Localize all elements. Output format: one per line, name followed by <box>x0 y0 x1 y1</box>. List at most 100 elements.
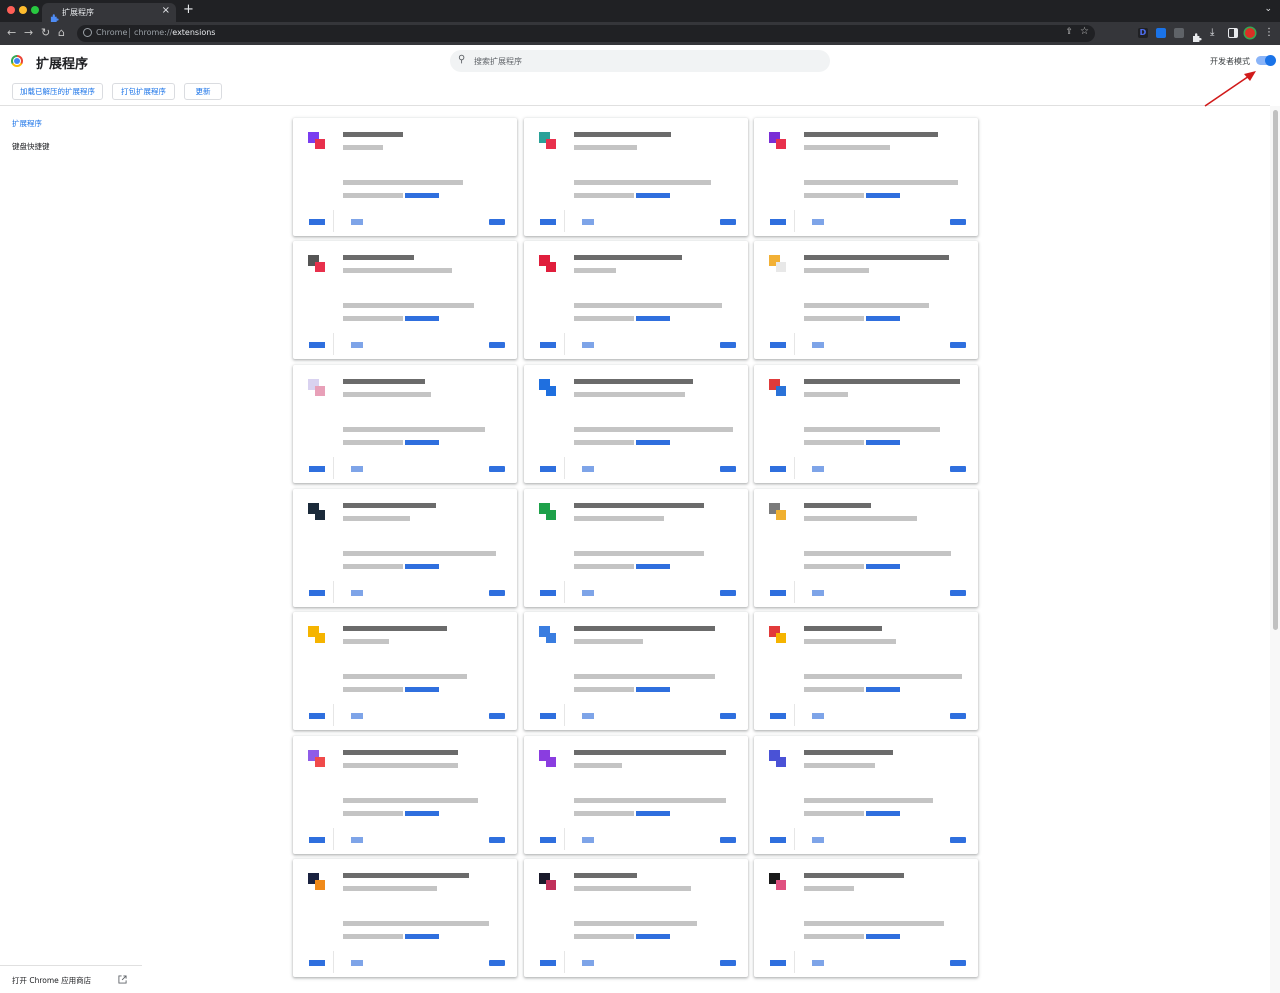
remove-button[interactable] <box>582 837 594 843</box>
remove-button[interactable] <box>582 219 594 225</box>
extension-enable-toggle[interactable] <box>720 713 736 719</box>
details-button[interactable] <box>540 342 556 348</box>
remove-button[interactable] <box>351 466 363 472</box>
details-button[interactable] <box>770 590 786 596</box>
chrome-store-link[interactable]: 打开 Chrome 应用商店 <box>12 975 91 986</box>
pack-extension-button[interactable]: 打包扩展程序 <box>112 83 175 100</box>
remove-button[interactable] <box>812 590 824 596</box>
search-input[interactable] <box>474 53 814 69</box>
remove-button[interactable] <box>812 219 824 225</box>
details-link[interactable] <box>405 687 439 692</box>
back-arrow-icon[interactable]: ← <box>7 26 16 39</box>
tab-search-button[interactable]: ⌄ <box>1264 4 1272 14</box>
close-window-button[interactable] <box>7 6 15 14</box>
remove-button[interactable] <box>812 837 824 843</box>
extension-enable-toggle[interactable] <box>720 590 736 596</box>
sidebar-item-shortcuts[interactable]: 键盘快捷键 <box>12 141 50 152</box>
remove-button[interactable] <box>582 590 594 596</box>
remove-button[interactable] <box>351 219 363 225</box>
details-link[interactable] <box>636 687 670 692</box>
address-bar[interactable]: Chrome chrome://extensions ⇪ ☆ <box>77 25 1095 42</box>
details-link[interactable] <box>866 440 900 445</box>
new-tab-button[interactable]: + <box>183 2 194 17</box>
extension-enable-toggle[interactable] <box>720 219 736 225</box>
details-link[interactable] <box>636 934 670 939</box>
open-in-new-icon[interactable] <box>118 975 127 984</box>
remove-button[interactable] <box>582 713 594 719</box>
details-button[interactable] <box>540 590 556 596</box>
extension-enable-toggle[interactable] <box>950 590 966 596</box>
details-link[interactable] <box>866 934 900 939</box>
extension-enable-toggle[interactable] <box>720 342 736 348</box>
load-unpacked-button[interactable]: 加载已解压的扩展程序 <box>12 83 103 100</box>
remove-button[interactable] <box>582 466 594 472</box>
download-icon[interactable]: ⤓ <box>1210 28 1220 38</box>
extension-d-icon[interactable]: D <box>1138 28 1148 38</box>
details-link[interactable] <box>866 687 900 692</box>
extension-enable-toggle[interactable] <box>950 960 966 966</box>
extension-enable-toggle[interactable] <box>489 466 505 472</box>
details-link[interactable] <box>405 934 439 939</box>
developer-mode-toggle[interactable] <box>1256 55 1276 66</box>
details-button[interactable] <box>309 590 325 596</box>
extension-enable-toggle[interactable] <box>720 466 736 472</box>
remove-button[interactable] <box>351 837 363 843</box>
extension-blue-icon[interactable] <box>1156 28 1166 38</box>
chrome-site-icon[interactable] <box>83 28 92 37</box>
details-link[interactable] <box>636 564 670 569</box>
details-button[interactable] <box>540 219 556 225</box>
extensions-puzzle-icon[interactable] <box>1192 28 1202 42</box>
url-text[interactable]: chrome://extensions <box>134 28 215 37</box>
remove-button[interactable] <box>351 960 363 966</box>
details-button[interactable] <box>540 466 556 472</box>
details-link[interactable] <box>405 316 439 321</box>
details-link[interactable] <box>636 440 670 445</box>
share-icon[interactable]: ⇪ <box>1065 27 1073 37</box>
bookmark-star-icon[interactable]: ☆ <box>1080 26 1089 37</box>
details-link[interactable] <box>405 440 439 445</box>
maximize-window-button[interactable] <box>31 6 39 14</box>
details-link[interactable] <box>405 564 439 569</box>
profile-avatar[interactable] <box>1245 28 1255 38</box>
details-button[interactable] <box>770 960 786 966</box>
details-button[interactable] <box>770 713 786 719</box>
forward-arrow-icon[interactable]: → <box>24 26 33 39</box>
remove-button[interactable] <box>351 713 363 719</box>
remove-button[interactable] <box>582 960 594 966</box>
side-panel-icon[interactable] <box>1228 28 1238 38</box>
search-box[interactable]: ⚲ <box>450 50 830 72</box>
remove-button[interactable] <box>582 342 594 348</box>
details-button[interactable] <box>309 342 325 348</box>
details-button[interactable] <box>770 466 786 472</box>
reload-icon[interactable]: ↻ <box>41 26 50 39</box>
close-tab-icon[interactable]: × <box>162 5 170 16</box>
details-button[interactable] <box>309 466 325 472</box>
extension-enable-toggle[interactable] <box>489 342 505 348</box>
details-button[interactable] <box>309 960 325 966</box>
extension-enable-toggle[interactable] <box>720 837 736 843</box>
details-button[interactable] <box>540 837 556 843</box>
scrollbar-thumb[interactable] <box>1273 110 1278 630</box>
remove-button[interactable] <box>812 342 824 348</box>
home-icon[interactable]: ⌂ <box>58 26 65 39</box>
extension-enable-toggle[interactable] <box>950 466 966 472</box>
details-link[interactable] <box>866 316 900 321</box>
details-link[interactable] <box>636 316 670 321</box>
details-link[interactable] <box>636 193 670 198</box>
remove-button[interactable] <box>812 713 824 719</box>
details-button[interactable] <box>540 713 556 719</box>
details-button[interactable] <box>540 960 556 966</box>
details-button[interactable] <box>309 837 325 843</box>
more-menu-icon[interactable]: ⋮ <box>1264 28 1274 38</box>
extension-enable-toggle[interactable] <box>950 837 966 843</box>
details-link[interactable] <box>405 811 439 816</box>
extension-enable-toggle[interactable] <box>720 960 736 966</box>
extension-enable-toggle[interactable] <box>489 219 505 225</box>
details-link[interactable] <box>866 193 900 198</box>
remove-button[interactable] <box>351 590 363 596</box>
extension-enable-toggle[interactable] <box>489 713 505 719</box>
minimize-window-button[interactable] <box>19 6 27 14</box>
details-button[interactable] <box>309 713 325 719</box>
extension-gray-icon[interactable] <box>1174 28 1184 38</box>
extension-enable-toggle[interactable] <box>489 837 505 843</box>
